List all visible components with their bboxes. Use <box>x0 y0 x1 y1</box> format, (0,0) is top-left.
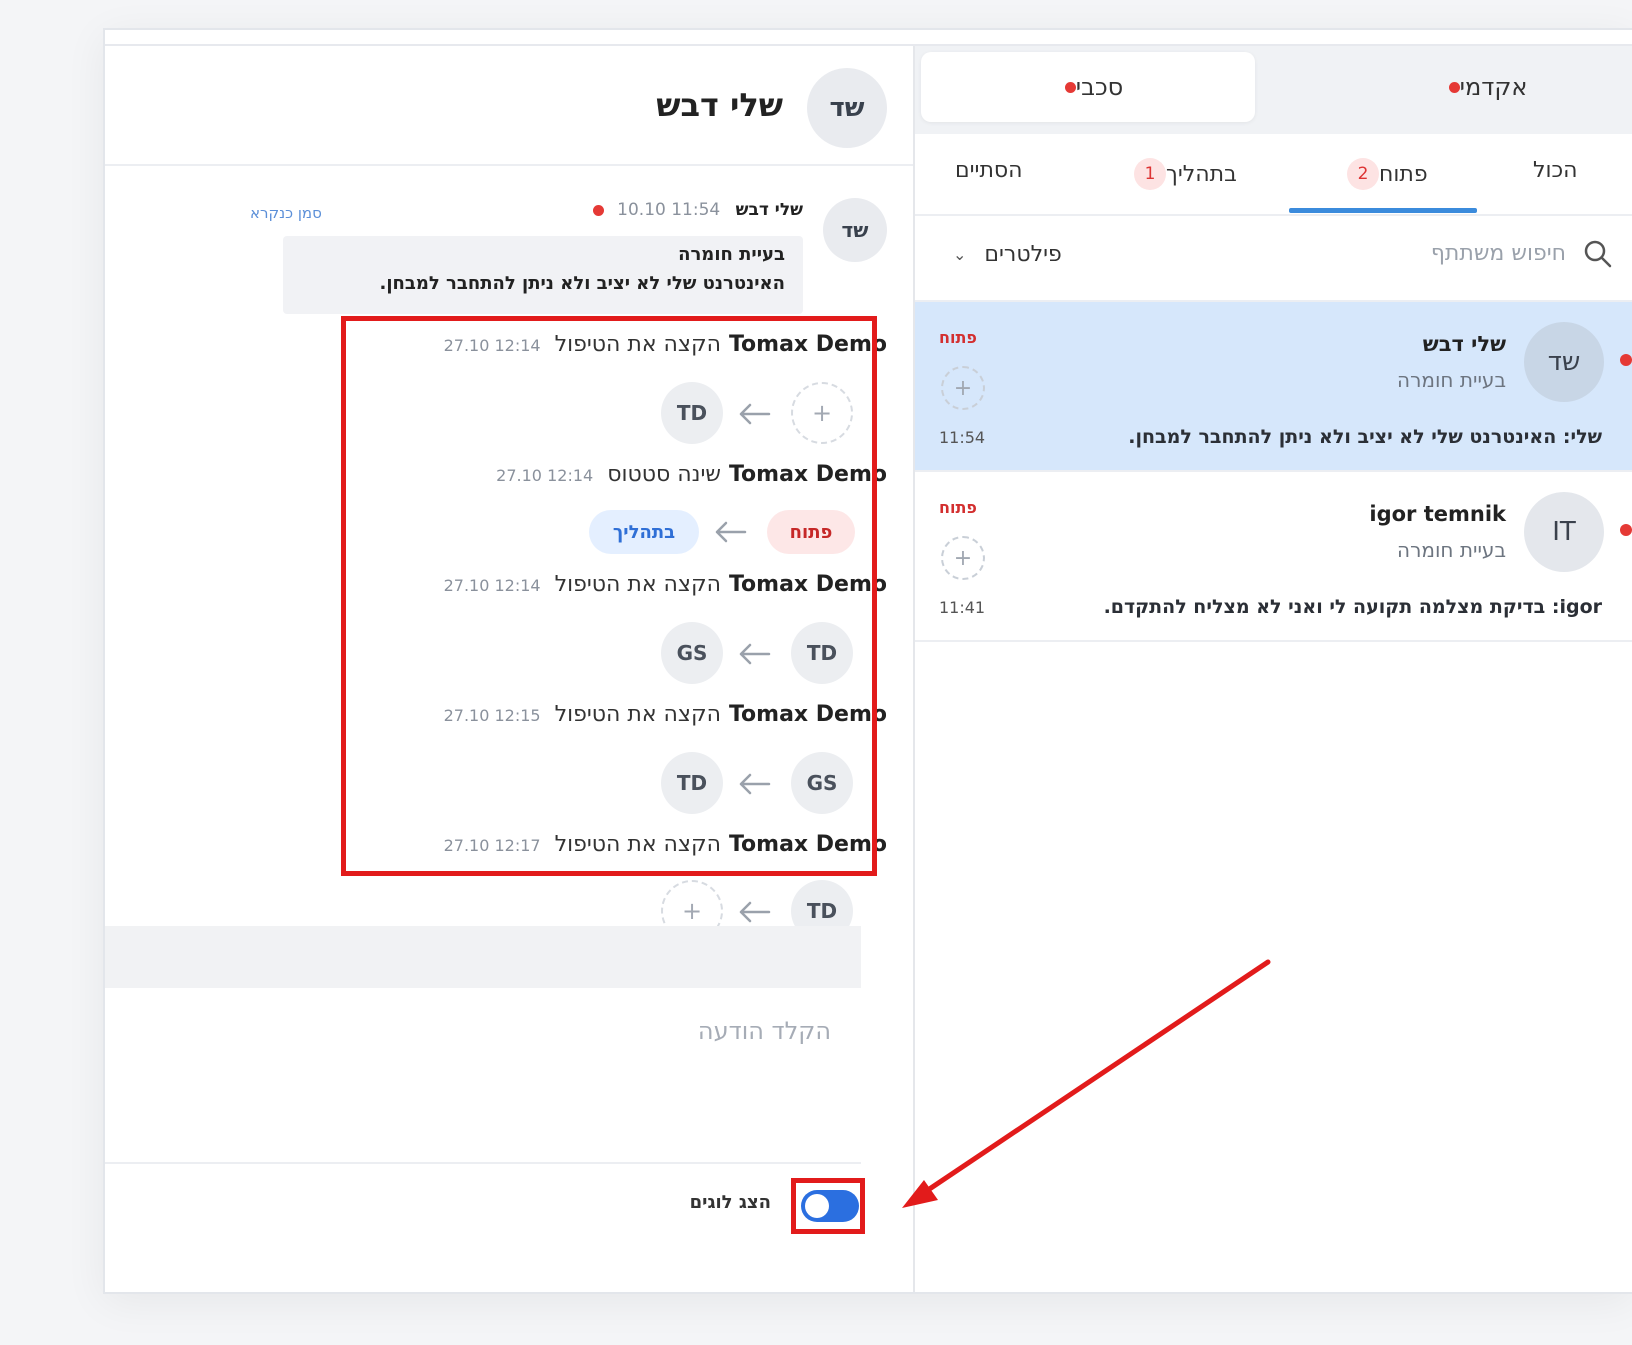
tab-open[interactable]: פתוח 2 <box>1333 158 1428 190</box>
status-tabs: הסתיים בתהליך 1 פתוח 2 הכול <box>915 134 1632 216</box>
assign-button[interactable]: + <box>941 536 985 580</box>
status-badge: פתוח <box>939 328 977 347</box>
chat-header: שד שלי דבש <box>105 46 913 166</box>
unread-dot <box>592 204 604 216</box>
tab-in-progress[interactable]: בתהליך 1 <box>1120 158 1237 190</box>
conversation-preview: igor: בדיקת מצלמה תקועה לי ואני לא מצליח… <box>1103 596 1602 618</box>
tab-label: פתוח <box>1379 161 1428 187</box>
conversation-subject: בעיית חומרה <box>1397 368 1506 392</box>
conversation-time: 11:41 <box>939 598 986 617</box>
unread-dot <box>1620 354 1632 366</box>
segment-tab-1[interactable]: סכבי <box>921 52 1255 122</box>
message-meta: שלי דבש 11:54 10.10 <box>592 200 803 220</box>
unread-dot <box>1064 81 1076 93</box>
conversation-time: 11:54 <box>939 428 986 447</box>
message-input[interactable] <box>189 1016 833 1046</box>
unread-dot <box>1620 524 1632 536</box>
count-badge: 1 <box>1134 158 1166 190</box>
segment-label: סכבי <box>1075 73 1124 101</box>
message-sender: שלי דבש <box>735 200 803 220</box>
chevron-down-icon: ⌄ <box>953 245 967 264</box>
unread-dot <box>1448 81 1460 93</box>
show-logs-label: הצג לוגים <box>689 1192 771 1213</box>
message-bubble: בעיית חומרה האינטרנט שלי לא יציב ולא נית… <box>283 236 803 314</box>
tab-done[interactable]: הסתיים <box>955 158 1023 183</box>
count-badge: 2 <box>1347 158 1379 190</box>
conversations-panel: סכבי אקדמי הסתיים בתהליך1 פתוח2 הכול פיל… <box>915 46 1632 1292</box>
conversation-name: שלי דבש <box>1422 332 1506 356</box>
highlight-frame-toggle <box>791 1178 865 1234</box>
highlight-frame-logs <box>341 316 877 876</box>
arrow-left-icon <box>739 901 771 923</box>
conversation-item[interactable]: שד שלי דבש בעיית חומרה שלי: האינטרנט שלי… <box>915 302 1632 472</box>
tab-label: הסתיים <box>955 158 1023 183</box>
active-tab-indicator <box>1289 208 1477 213</box>
segment-label: אקדמי <box>1459 73 1528 101</box>
app-window: שד שלי דבש שד שלי דבש 11:54 10.10 סמן כנ… <box>103 28 1632 1294</box>
avatar: IT <box>1524 492 1604 572</box>
search-input[interactable] <box>1264 240 1568 267</box>
tab-all[interactable]: הכול <box>1533 158 1578 183</box>
composer <box>105 990 861 1164</box>
conversation-name: igor temnik <box>1369 502 1506 526</box>
avatar: שד <box>1524 322 1604 402</box>
conversation-item[interactable]: IT igor temnik בעיית חומרה igor: בדיקת מ… <box>915 472 1632 642</box>
search-row: פילטרים ⌄ <box>915 216 1632 302</box>
status-badge: פתוח <box>939 498 977 517</box>
tab-label: בתהליך <box>1166 161 1237 187</box>
tab-label: הכול <box>1533 158 1578 183</box>
segment-tab-2[interactable]: אקדמי <box>1315 52 1632 122</box>
message-time: 11:54 10.10 <box>617 200 721 220</box>
message-subject: בעיית חומרה <box>678 244 785 265</box>
assign-button[interactable]: + <box>941 366 985 410</box>
message-body: האינטרנט שלי לא יציב ולא ניתן להתחבר למב… <box>379 273 785 294</box>
search-icon <box>1584 240 1612 268</box>
chat-title: שלי דבש <box>656 86 783 124</box>
segment-switcher: סכבי אקדמי <box>915 46 1632 134</box>
mark-read-link[interactable]: סמן כנקרא <box>250 204 322 222</box>
conversation-preview: שלי: האינטרנט שלי לא יציב ולא ניתן להתחב… <box>1128 426 1602 448</box>
avatar: שד <box>807 68 887 148</box>
composer-toolbar <box>105 926 861 988</box>
chat-panel: שד שלי דבש שד שלי דבש 11:54 10.10 סמן כנ… <box>105 46 913 1292</box>
conversation-subject: בעיית חומרה <box>1397 538 1506 562</box>
message-avatar: שד <box>823 198 887 262</box>
filters-label: פילטרים <box>984 242 1062 267</box>
chat-footer: הצג לוגים <box>105 1164 865 1274</box>
filters-dropdown[interactable]: פילטרים ⌄ <box>953 242 1062 267</box>
